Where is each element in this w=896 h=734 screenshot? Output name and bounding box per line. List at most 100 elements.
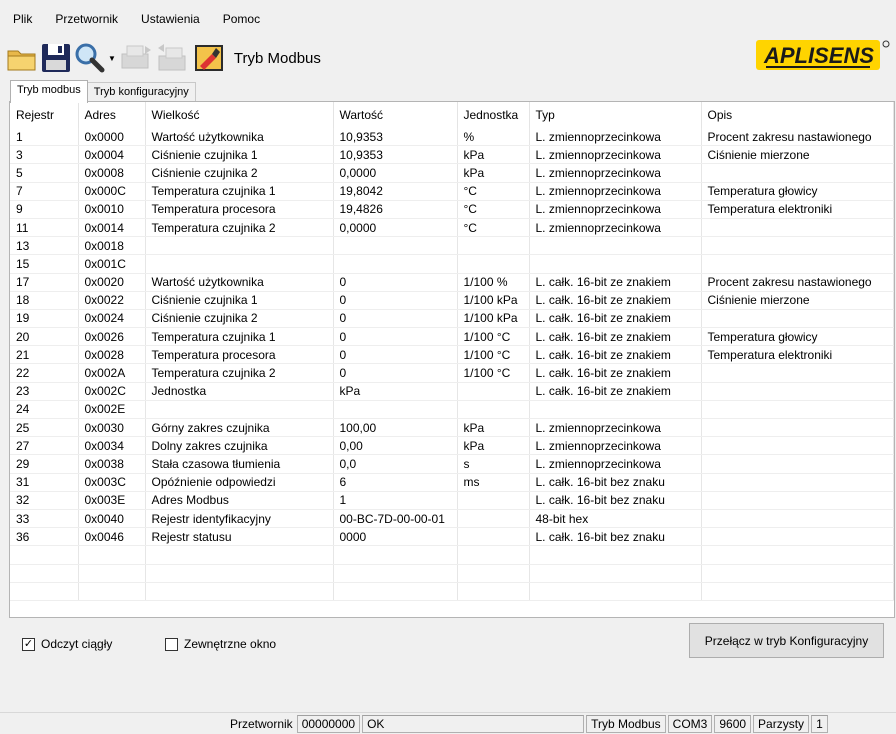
cell-rejestr: 9	[10, 200, 79, 219]
cell-typ: L. zmiennoprzecinkowa	[529, 145, 702, 165]
column-header-jednostka[interactable]: Jednostka	[457, 102, 530, 128]
continuous-read-checkbox[interactable]: ✓ Odczyt ciągły	[22, 637, 112, 651]
continuous-read-check-box[interactable]: ✓	[22, 637, 35, 651]
cell-wielkosc: Opóźnienie odpowiedzi	[145, 473, 334, 492]
table-row[interactable]: 1 0x0000 Wartość użytkownika 10,9353% L. zmi…	[10, 128, 894, 147]
cell-adres: 0x0040	[78, 509, 146, 529]
table-row[interactable]: 23 0x002C Jednostka kPa L. całk. 16-bit ze z…	[10, 382, 894, 401]
menu-ustawienia[interactable]: Ustawienia	[128, 12, 210, 26]
table-row[interactable]: 22 0x002A Temperatura czujnika 2 0 1/100 °C L…	[10, 363, 894, 383]
cell-rejestr: 27	[10, 436, 79, 456]
cell-opis	[701, 418, 894, 438]
column-header-wartosc[interactable]: Wartość	[333, 102, 458, 128]
cell-typ: L. zmiennoprzecinkowa	[529, 163, 702, 183]
cell-opis	[701, 454, 894, 474]
column-header-rejestr[interactable]: Rejestr	[10, 102, 79, 128]
table-row[interactable]: 24 0x002E	[10, 400, 894, 420]
cell-typ: L. całk. 16-bit ze znakiem	[529, 309, 702, 329]
read-device-button[interactable]	[119, 39, 153, 77]
table-row[interactable]: 20 0x0026 Temperatura czujnika 1 0 1/100 °C L…	[10, 327, 894, 347]
table-row[interactable]: 27 0x0034 Dolny zakres czujnika 0,00 kPa L. z…	[10, 436, 894, 456]
cell-typ: L. zmiennoprzecinkowa	[529, 182, 702, 201]
save-button[interactable]	[41, 39, 71, 77]
tab-configuration[interactable]: Tryb konfiguracyjny	[86, 82, 196, 102]
cell-adres: 0x002E	[78, 400, 146, 420]
cell-wielkosc: Temperatura czujnika 1	[145, 182, 334, 201]
table-row[interactable]: 36 0x0046 Rejestr statusu 0000 L. całk. 16-b…	[10, 527, 894, 547]
cell-wartosc: 19,4826	[333, 200, 458, 219]
cell-wartosc: kPa	[333, 382, 458, 401]
table-row[interactable]: 13 0x0018	[10, 236, 894, 256]
cell-rejestr: 3	[10, 145, 79, 165]
table-row[interactable]: 9 0x0010 Temperatura procesora 19,4826 °C L. …	[10, 200, 894, 219]
status-bar: Przetwornik 00000000 OK Tryb Modbus COM3…	[0, 712, 896, 734]
cell-jednostka: s	[457, 454, 530, 474]
write-device-button[interactable]	[156, 39, 190, 77]
table-row[interactable]: 7 0x000C Temperatura czujnika 1 19,8042 °C L.…	[10, 182, 894, 201]
empty-table-row	[10, 582, 894, 601]
status-connection-state: OK	[362, 714, 585, 733]
column-header-wielkosc[interactable]: Wielkość	[145, 102, 334, 128]
column-header-opis[interactable]: Opis	[701, 102, 894, 128]
table-row[interactable]: 32 0x003E Adres Modbus 1 L. całk. 16-bit bez…	[10, 491, 894, 510]
table-row[interactable]: 21 0x0028 Temperatura procesora 0 1/100 °C L.…	[10, 345, 894, 365]
cell-typ: L. całk. 16-bit bez znaku	[529, 527, 702, 547]
cell-wielkosc: Ciśnienie czujnika 2	[145, 309, 334, 329]
table-row[interactable]: 33 0x0040 Rejestr identyfikacyjny 00-BC-7D-…	[10, 509, 894, 529]
tab-modbus[interactable]: Tryb modbus	[10, 80, 88, 103]
external-window-check-box[interactable]	[165, 637, 178, 651]
empty-cell	[333, 545, 458, 565]
switch-to-configuration-button[interactable]: Przełącz w tryb Konfiguracyjny	[689, 623, 884, 658]
cell-adres: 0x002C	[78, 382, 146, 401]
cell-jednostka: 1/100 kPa	[457, 309, 530, 329]
empty-cell	[457, 545, 530, 565]
open-folder-button[interactable]	[6, 39, 38, 77]
cell-adres: 0x0022	[78, 291, 146, 310]
column-header-adres[interactable]: Adres	[78, 102, 146, 128]
menu-bar: Plik Przetwornik Ustawienia Pomoc	[0, 8, 896, 30]
table-row[interactable]: 29 0x0038 Stała czasowa tłumienia 0,0 s L. zm…	[10, 454, 894, 474]
empty-cell	[333, 564, 458, 583]
cell-wielkosc: Ciśnienie czujnika 1	[145, 145, 334, 165]
table-row[interactable]: 18 0x0022 Ciśnienie czujnika 1 0 1/100 kPa L.…	[10, 291, 894, 310]
external-window-checkbox[interactable]: Zewnętrzne okno	[165, 637, 276, 651]
cell-typ: L. zmiennoprzecinkowa	[529, 436, 702, 456]
cell-wielkosc: Temperatura procesora	[145, 345, 334, 365]
cell-opis	[701, 363, 894, 383]
cell-wartosc: 0	[333, 273, 458, 292]
empty-cell	[10, 564, 79, 583]
cell-wielkosc: Stała czasowa tłumienia	[145, 454, 334, 474]
cell-opis	[701, 400, 894, 420]
cell-rejestr: 22	[10, 363, 79, 383]
cell-typ: L. zmiennoprzecinkowa	[529, 454, 702, 474]
status-stop-bits: 1	[811, 714, 828, 733]
continuous-read-label: Odczyt ciągły	[41, 637, 113, 651]
cell-adres: 0x001C	[78, 254, 146, 274]
search-dropdown-button[interactable]: ▼	[74, 39, 116, 77]
table-row[interactable]: 31 0x003C Opóźnienie odpowiedzi 6 ms L. całk.…	[10, 473, 894, 492]
table-row[interactable]: 3 0x0004 Ciśnienie czujnika 1 10,9353 kPa L. …	[10, 145, 894, 165]
menu-plik[interactable]: Plik	[0, 12, 42, 26]
table-row[interactable]: 19 0x0024 Ciśnienie czujnika 2 0 1/100 kPa L.…	[10, 309, 894, 329]
column-header-typ[interactable]: Typ	[529, 102, 702, 128]
empty-cell	[78, 545, 146, 565]
cell-adres: 0x003C	[78, 473, 146, 492]
cell-wartosc: 0,0	[333, 454, 458, 474]
empty-cell	[78, 564, 146, 583]
magnifier-icon	[75, 43, 105, 73]
menu-pomoc[interactable]: Pomoc	[210, 12, 270, 26]
cell-opis	[701, 163, 894, 183]
menu-przetwornik[interactable]: Przetwornik	[42, 12, 128, 26]
table-row[interactable]: 15 0x001C	[10, 254, 894, 274]
empty-cell	[529, 564, 702, 583]
cell-wielkosc: Górny zakres czujnika	[145, 418, 334, 438]
table-row[interactable]: 17 0x0020 Wartość użytkownika 0 1/100 % L. ca…	[10, 273, 894, 292]
cell-wartosc: 6	[333, 473, 458, 492]
table-row[interactable]: 5 0x0008 Ciśnienie czujnika 2 0,0000 kPa L. z…	[10, 163, 894, 183]
table-row[interactable]: 11 0x0014 Temperatura czujnika 2 0,0000 °C L.…	[10, 218, 894, 238]
cell-rejestr: 36	[10, 527, 79, 547]
table-row[interactable]: 25 0x0030 Górny zakres czujnika 100,00 kPa L.…	[10, 418, 894, 438]
configure-button[interactable]	[193, 39, 225, 77]
cell-opis: Procent zakresu nastawionego	[701, 273, 894, 292]
status-device-label: Przetwornik	[230, 716, 293, 731]
